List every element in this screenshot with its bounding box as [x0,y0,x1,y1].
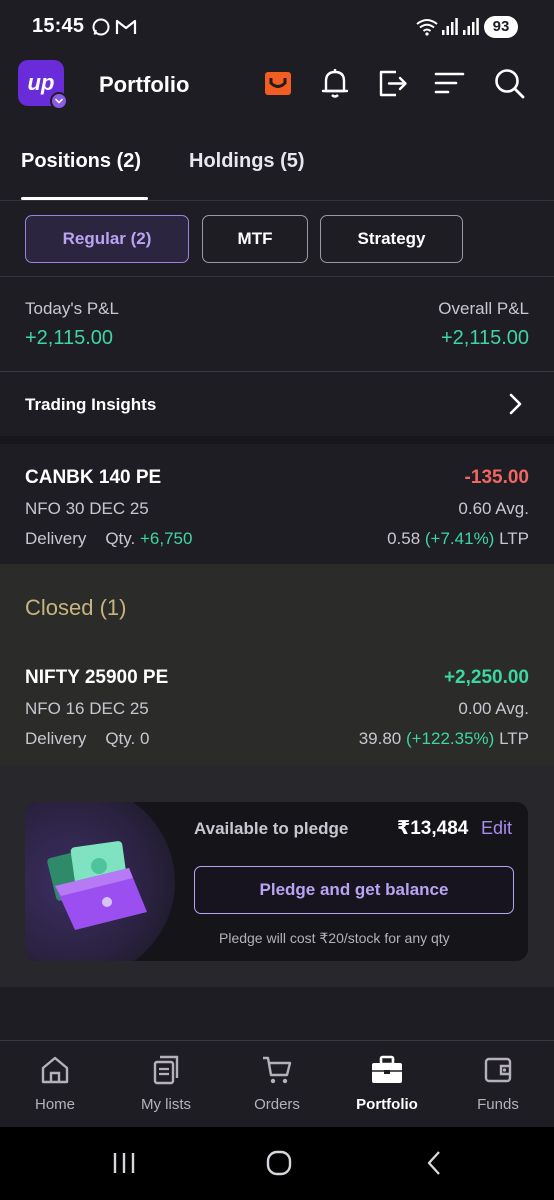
status-time: 15:45 [32,15,85,37]
closed-position-qty-label: Qty. [105,729,136,748]
pledge-note: Pledge will cost ₹20/stock for any qty [219,930,450,946]
position-qty: +6,750 [139,529,193,548]
divider [0,276,554,277]
filter-strategy[interactable]: Strategy [320,215,463,263]
lists-icon [153,1055,179,1085]
divider [0,200,554,201]
closed-position-ltp-line: 39.80 (+122.35%) LTP [359,729,529,749]
position-ltp-label: LTP [499,529,529,548]
position-ltp-change: (+7.41%) [424,529,495,548]
position-avg: 0.60 Avg. [458,499,529,518]
briefcase-icon [372,1055,402,1083]
back-icon[interactable] [423,1149,445,1177]
position-exchange: NFO 30 DEC 25 [25,499,149,518]
overall-pnl-label: Overall P&L [438,299,529,318]
nav-home-label: Home [34,1096,75,1113]
ticket-icon[interactable] [261,66,295,100]
filter-mtf[interactable]: MTF [202,215,308,263]
pledge-button[interactable]: Pledge and get balance [194,866,514,914]
closed-position-ltp-change: (+122.35%) [405,729,495,748]
signal-icon-2 [463,18,479,35]
search-icon[interactable] [492,66,526,100]
today-pnl-value: +2,115.00 [25,327,114,349]
pledge-edit-link[interactable]: Edit [481,818,512,839]
filter-regular[interactable]: Regular (2) [25,215,189,263]
page-title: Portfolio [99,72,190,97]
wifi-icon [416,19,438,36]
closed-position-qty-line: Delivery Qty. 0 [25,729,149,749]
closed-position-ltp-label: LTP [499,729,529,748]
closed-position-product: Delivery [25,729,87,748]
sort-icon[interactable] [433,66,467,100]
position-symbol: CANBK 140 PE [25,467,162,488]
nav-my-lists-label: My lists [141,1096,191,1113]
closed-position-exchange: NFO 16 DEC 25 [25,699,149,718]
gmail-icon [115,19,137,34]
divider [0,371,554,372]
position-qty-line: Delivery Qty. +6,750 [25,529,192,549]
nav-portfolio-label: Portfolio [356,1096,418,1113]
whatsapp-icon [92,18,110,36]
tab-positions[interactable]: Positions (2) [21,150,141,173]
wallet-cash-illustration-icon [47,841,147,930]
wallet-icon [484,1057,512,1083]
nav-home[interactable]: Home [0,1054,110,1113]
nav-orders[interactable]: Orders [222,1054,332,1113]
closed-position-avg: 0.00 Avg. [458,699,529,718]
closed-position-qty: 0 [139,729,150,748]
position-product: Delivery [25,529,87,548]
tab-holdings[interactable]: Holdings (5) [189,150,305,173]
closed-position-pnl: +2,250.00 [443,667,529,688]
trading-insights-link[interactable]: Trading Insights [25,395,156,415]
recent-apps-icon[interactable] [111,1150,137,1176]
pledge-amount: ₹13,484 [397,818,469,839]
nav-funds-label: Funds [477,1096,519,1113]
bell-icon[interactable] [318,66,352,100]
nav-funds[interactable]: Funds [443,1054,553,1113]
pledge-label: Available to pledge [194,819,349,838]
section-separator [0,436,554,444]
chevron-right-icon[interactable] [505,391,525,417]
position-pnl: -135.00 [464,467,529,488]
battery-indicator: 93 [484,16,518,38]
today-pnl-label: Today's P&L [25,299,119,318]
signal-icon-1 [442,18,458,35]
position-ltp: 0.58 [387,529,421,548]
cart-icon [263,1056,292,1084]
chevron-down-icon[interactable] [50,92,68,110]
nav-orders-label: Orders [254,1096,300,1113]
nav-my-lists[interactable]: My lists [111,1054,221,1113]
position-qty-label: Qty. [105,529,136,548]
closed-position-ltp: 39.80 [358,729,402,748]
logout-icon[interactable] [376,66,410,100]
closed-position-symbol: NIFTY 25900 PE [25,667,169,688]
home-icon [41,1056,69,1084]
home-button-icon[interactable] [265,1149,293,1177]
closed-section-title[interactable]: Closed (1) [25,595,126,621]
overall-pnl-value: +2,115.00 [440,327,529,349]
position-ltp-line: 0.58 (+7.41%) LTP [387,529,529,549]
nav-portfolio[interactable]: Portfolio [332,1054,442,1113]
